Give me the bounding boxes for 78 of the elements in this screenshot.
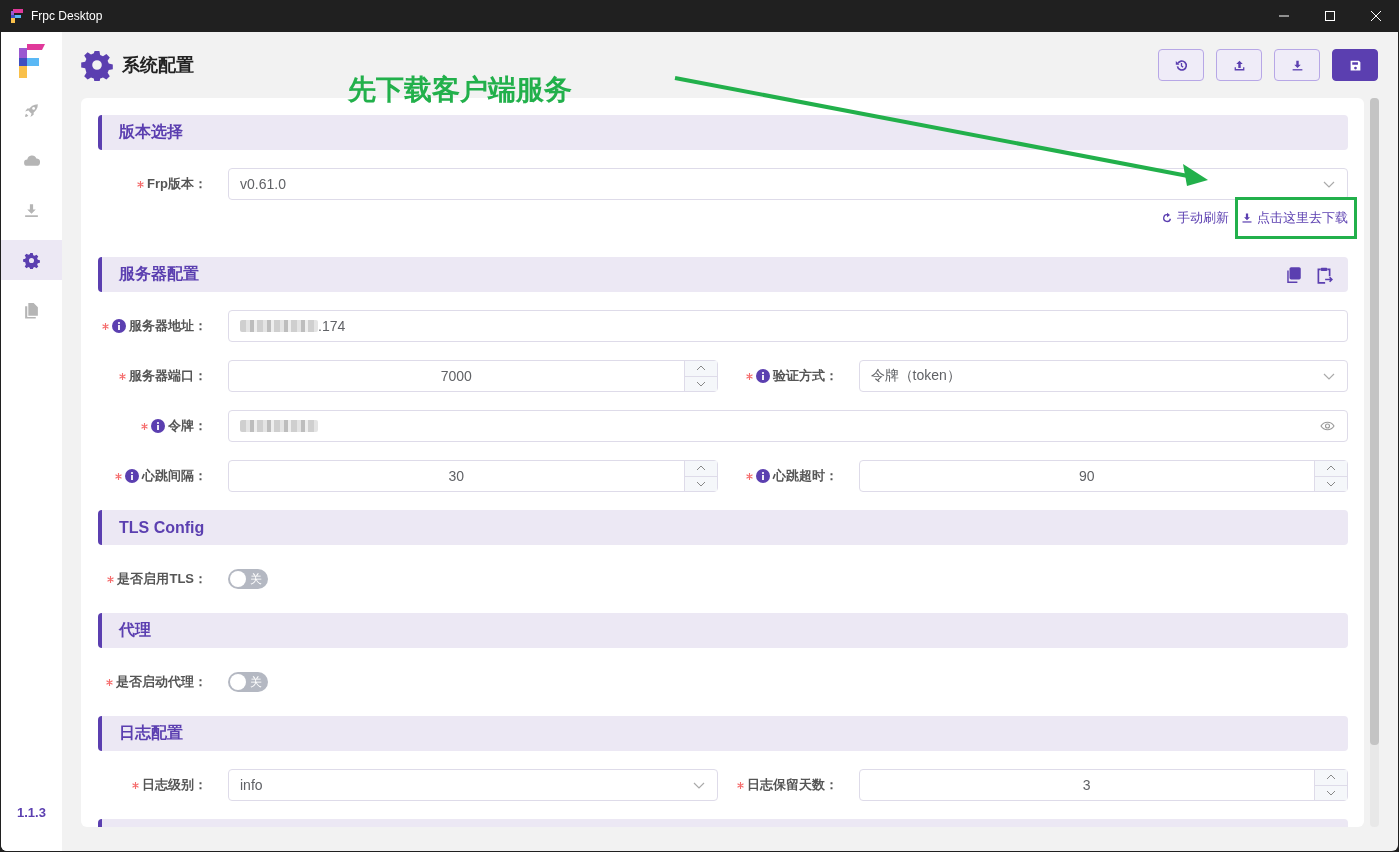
section-title: 服务器配置 [119,264,200,284]
page-title: 系统配置 [122,54,195,77]
section-title: TLS Config [119,518,206,537]
toolbar-button[interactable] [1216,49,1262,81]
select-field[interactable]: v0.61.0 [228,168,1348,200]
field-label: 服务器端口： [129,367,207,385]
section-title: 版本选择 [119,122,184,142]
field-label: 服务器地址： [129,317,207,335]
increment-icon[interactable] [695,465,706,472]
rocket-icon [23,101,40,119]
field-label: 心跳间隔： [142,467,207,485]
field-value: info [240,777,263,793]
field-label: 令牌： [168,417,207,435]
eye-icon[interactable] [1320,421,1335,431]
field-value: 90 [1078,468,1095,484]
section-title: 日志配置 [119,723,184,743]
field-label: 日志级别： [142,776,207,794]
annotation-text: 先下载客户端服务 [348,73,572,107]
scrollbar[interactable] [1370,98,1379,827]
paste-icon [1315,265,1333,284]
input-field[interactable]: .174 [228,310,1348,342]
app-logo [18,42,45,78]
app-logo [11,9,23,23]
decrement-icon[interactable] [695,480,706,487]
field-label: Frp版本： [147,175,207,193]
field-value: 令牌（token） [870,367,961,385]
field-value: 30 [448,468,465,484]
password-field[interactable] [228,410,1348,442]
info-icon[interactable] [755,369,770,383]
field-label: 是否启用TLS： [117,570,207,588]
increment-icon[interactable] [1326,465,1336,472]
number-field[interactable]: 90 [858,460,1348,492]
decrement-icon[interactable] [1326,789,1336,796]
number-field[interactable]: 3 [858,769,1348,801]
field-label: 验证方式： [772,367,838,385]
number-field[interactable]: 30 [228,460,718,492]
select-field[interactable]: info [228,769,718,801]
chevron-down-icon [1323,180,1335,188]
info-icon[interactable] [151,419,165,433]
decrement-icon[interactable] [695,380,706,387]
increment-icon[interactable] [1326,774,1336,781]
close-icon[interactable] [1371,11,1381,21]
gear-icon [81,49,113,81]
field-value: 3 [1082,777,1091,793]
download-icon [1241,212,1253,224]
nav-item[interactable] [1,240,62,280]
download-icon [1290,58,1304,72]
download-icon [23,201,40,219]
toolbar-button[interactable] [1332,49,1378,81]
field-label: 心跳超时： [772,467,838,485]
info-icon[interactable] [125,469,139,483]
decrement-icon[interactable] [1326,480,1336,487]
refresh-icon [1161,212,1173,224]
field-value: 7000 [440,368,472,384]
select-field[interactable]: 令牌（token） [858,360,1348,392]
field-value: .174 [318,318,346,334]
maximize-icon[interactable] [1325,11,1335,21]
copy-icon [1285,265,1303,284]
link[interactable]: 点击这里去下载 [1241,209,1348,227]
field-label: 日志保留天数： [746,776,838,794]
documents-icon [23,301,40,319]
info-icon[interactable] [755,469,770,483]
link[interactable]: 手动刷新 [1161,209,1229,227]
version-label: 1.1.3 [16,805,47,820]
increment-icon[interactable] [695,365,706,372]
field-value: v0.61.0 [240,176,286,192]
field-label: 是否启动代理： [116,673,207,691]
toolbar-button[interactable] [1158,49,1204,81]
window-title: Frpc Desktop [31,9,103,23]
save-icon [1348,58,1362,72]
section-title: 代理 [119,620,152,640]
history-icon [1174,58,1188,72]
info-icon[interactable] [112,319,126,333]
chevron-down-icon [692,781,705,789]
number-field[interactable]: 7000 [228,360,718,392]
gear-icon [23,251,40,269]
chevron-down-icon [1323,372,1335,380]
upload-icon [1232,58,1246,72]
